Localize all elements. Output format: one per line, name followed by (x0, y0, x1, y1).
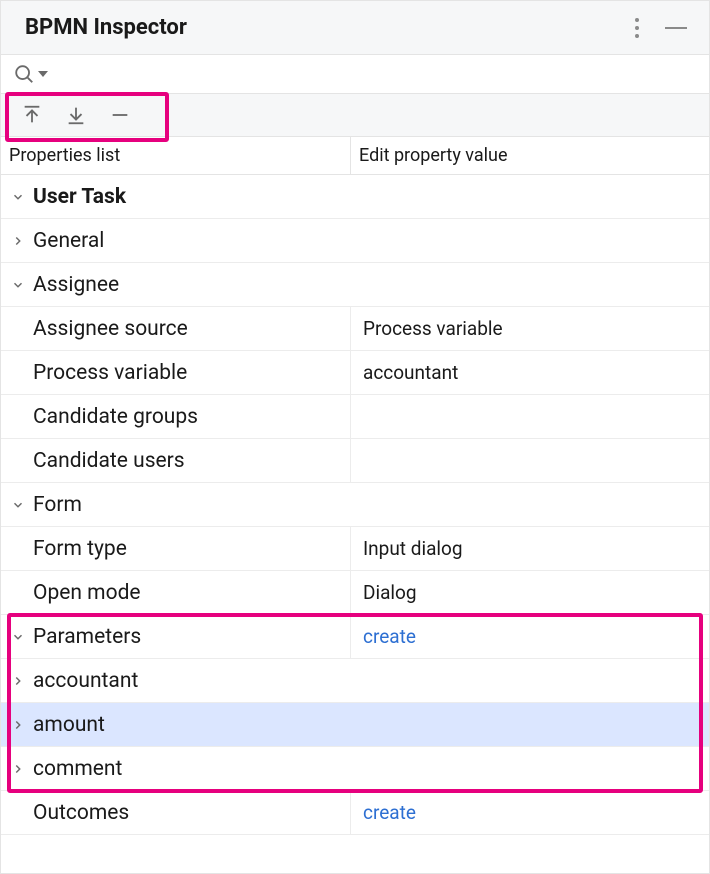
property-label: Assignee source (33, 317, 188, 341)
property-row-assignee-source[interactable]: Assignee source Process variable (1, 307, 709, 351)
tree-node-assignee[interactable]: Assignee (1, 263, 709, 307)
property-label: Candidate users (33, 449, 185, 473)
panel-title: BPMN Inspector (25, 15, 187, 40)
chevron-right-icon (9, 762, 27, 776)
header-actions (635, 18, 687, 38)
property-value[interactable]: accountant (351, 351, 709, 394)
tree-label: Parameters (33, 625, 141, 649)
chevron-down-icon (9, 630, 27, 644)
search-dropdown-caret-icon[interactable] (38, 71, 48, 77)
tree-label: accountant (33, 669, 138, 693)
property-value[interactable]: Dialog (351, 571, 709, 614)
property-value[interactable] (351, 439, 709, 482)
create-outcome-link[interactable]: create (363, 801, 416, 824)
tree-node-general[interactable]: General (1, 219, 709, 263)
tree-label: Assignee (33, 273, 119, 297)
chevron-down-icon (9, 498, 27, 512)
property-label: Form type (33, 537, 127, 561)
create-parameter-link[interactable]: create (363, 625, 416, 648)
property-row-outcomes[interactable]: Outcomes create (1, 791, 709, 835)
tree-node-param-amount[interactable]: amount (1, 703, 709, 747)
tree-node-param-accountant[interactable]: accountant (1, 659, 709, 703)
tree-node-parameters[interactable]: Parameters create (1, 615, 709, 659)
property-label: Open mode (33, 581, 141, 605)
property-label: Candidate groups (33, 405, 198, 429)
minimize-icon[interactable] (665, 27, 687, 29)
tree-label: Form (33, 493, 82, 517)
tree-node-param-comment[interactable]: comment (1, 747, 709, 791)
property-row-candidate-users[interactable]: Candidate users (1, 439, 709, 483)
column-header-value: Edit property value (351, 137, 709, 174)
chevron-right-icon (9, 718, 27, 732)
move-up-icon[interactable] (21, 104, 43, 126)
tree-label: User Task (33, 185, 126, 209)
property-row-candidate-groups[interactable]: Candidate groups (1, 395, 709, 439)
chevron-right-icon (9, 674, 27, 688)
property-label: Outcomes (33, 801, 129, 825)
toolbar (1, 94, 709, 137)
column-header-properties: Properties list (1, 137, 351, 174)
panel-header: BPMN Inspector (1, 1, 709, 55)
property-value[interactable]: Input dialog (351, 527, 709, 570)
chevron-down-icon (9, 190, 27, 204)
property-value[interactable] (351, 395, 709, 438)
chevron-right-icon (9, 234, 27, 248)
column-headers: Properties list Edit property value (1, 137, 709, 175)
property-row-open-mode[interactable]: Open mode Dialog (1, 571, 709, 615)
property-row-process-variable[interactable]: Process variable accountant (1, 351, 709, 395)
remove-icon[interactable] (109, 104, 131, 126)
properties-tree: User Task General Assignee (1, 175, 709, 835)
tree-node-user-task[interactable]: User Task (1, 175, 709, 219)
more-options-icon[interactable] (635, 18, 639, 38)
property-label: Process variable (33, 361, 187, 385)
chevron-down-icon (9, 278, 27, 292)
tree-label: General (33, 229, 104, 253)
tree-label: comment (33, 757, 122, 781)
property-value[interactable]: Process variable (351, 307, 709, 350)
tree-node-form[interactable]: Form (1, 483, 709, 527)
move-down-icon[interactable] (65, 104, 87, 126)
bpmn-inspector-panel: BPMN Inspector Properties lis (0, 0, 710, 874)
tree-label: amount (33, 713, 105, 737)
search-bar[interactable] (1, 55, 709, 94)
search-icon (13, 63, 35, 85)
property-row-form-type[interactable]: Form type Input dialog (1, 527, 709, 571)
